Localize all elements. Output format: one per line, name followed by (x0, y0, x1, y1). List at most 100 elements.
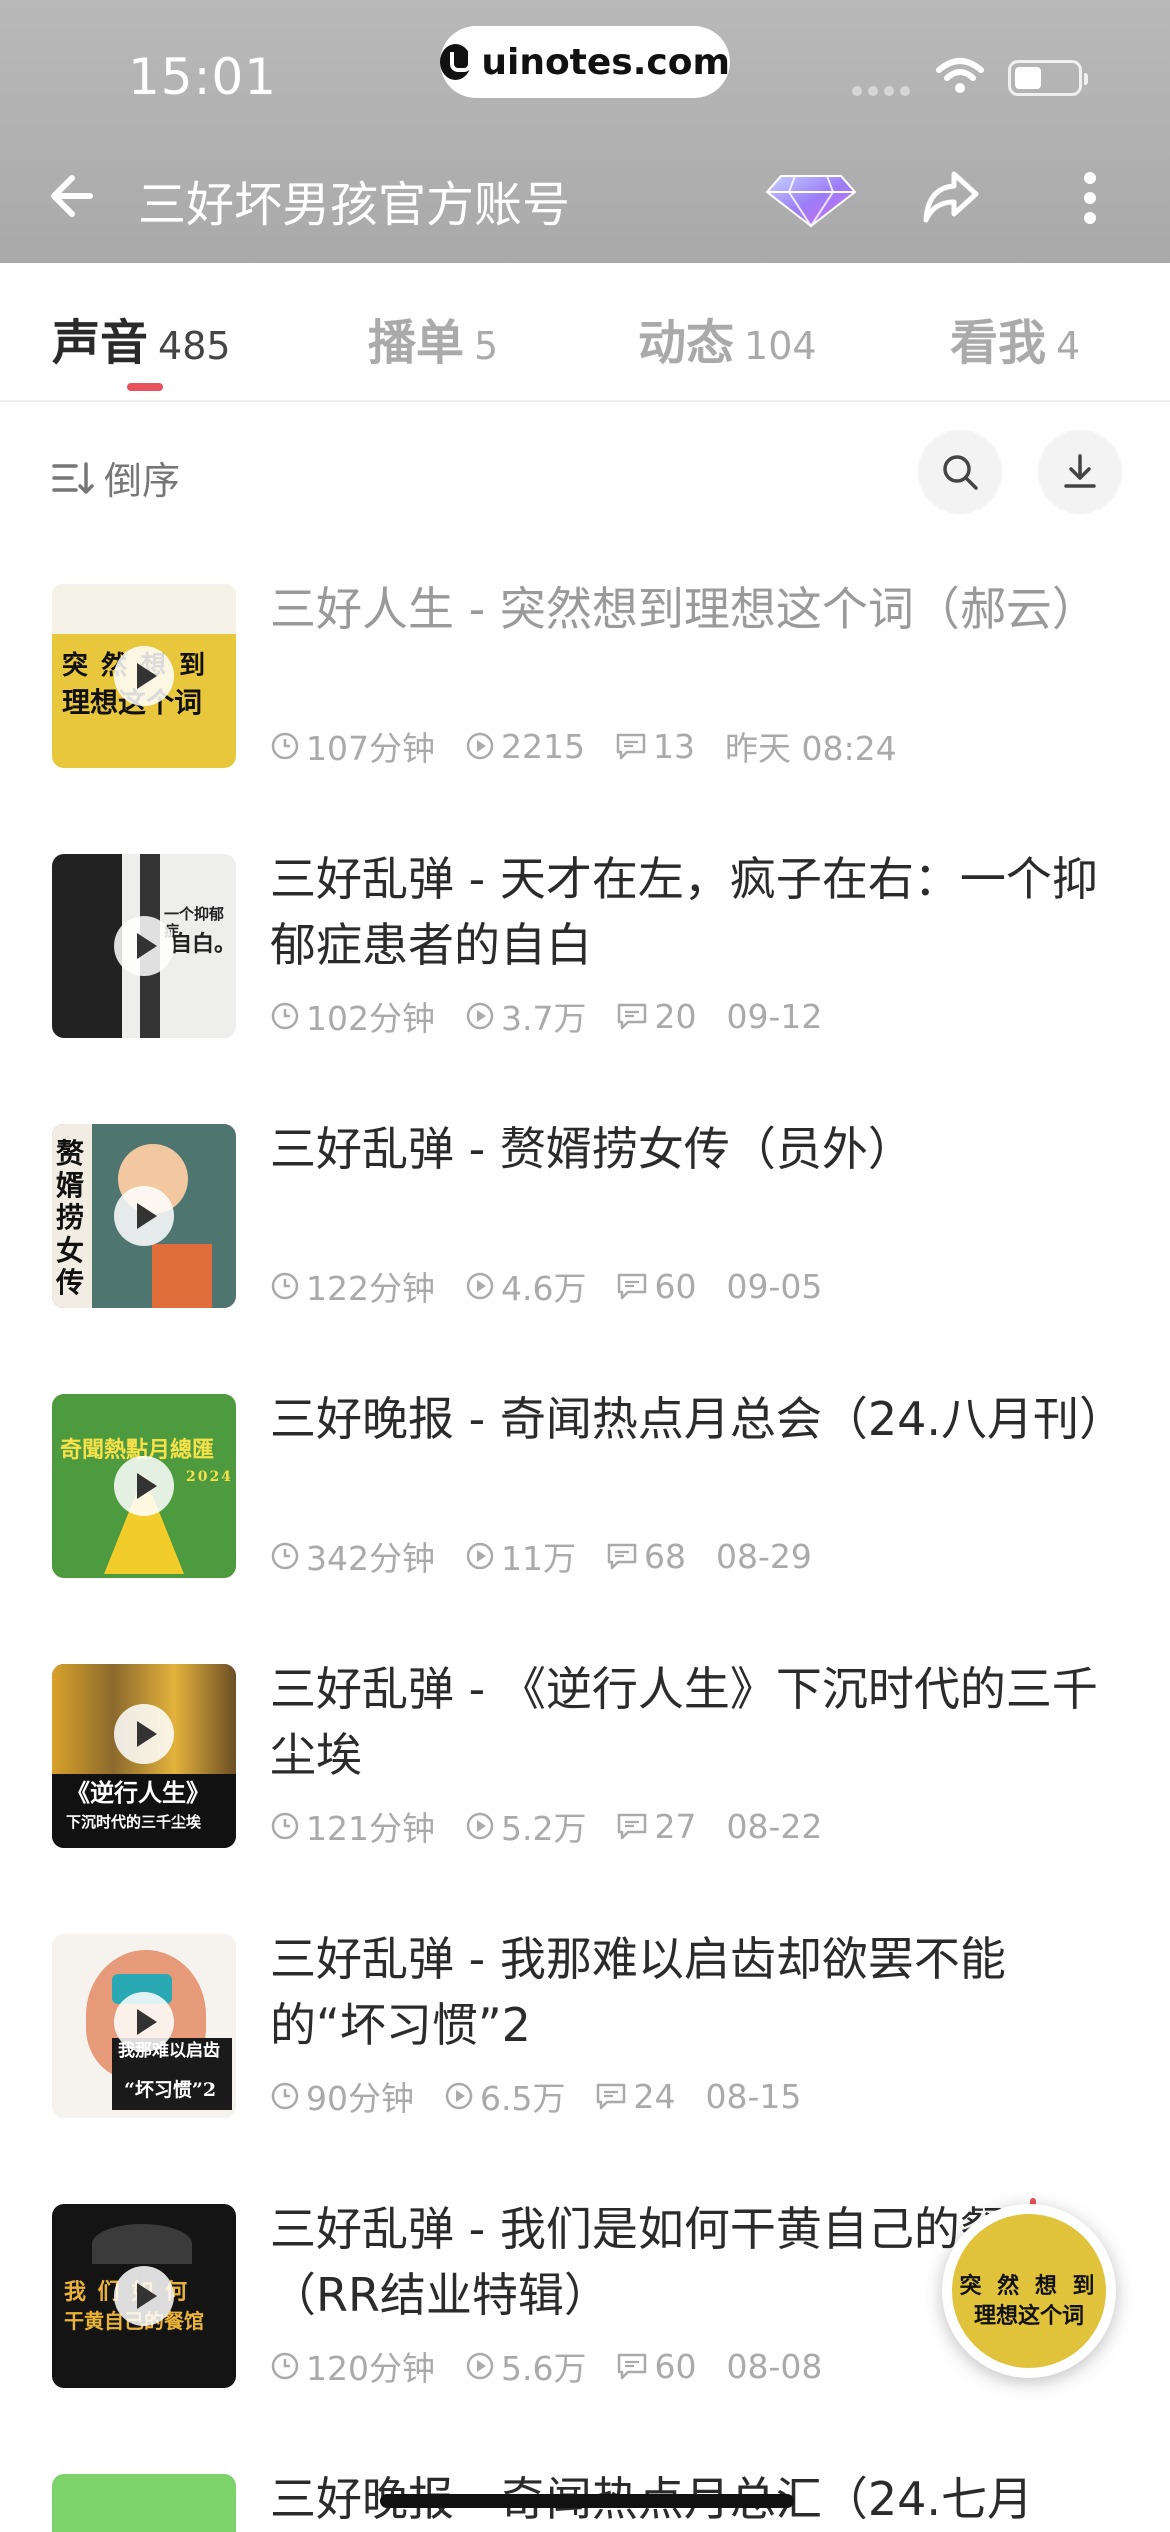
tab-label: 声音 (52, 315, 149, 371)
clock-icon (271, 2082, 299, 2110)
more-vertical-icon[interactable] (1082, 170, 1098, 226)
play-count-icon (466, 1542, 494, 1570)
back-arrow-icon[interactable] (42, 168, 98, 224)
comment-icon (597, 2083, 626, 2110)
clock-icon (271, 732, 299, 760)
sort-order-button[interactable]: 倒序 (52, 450, 180, 505)
cover-text: 《逆行人生》 (66, 1778, 210, 1807)
episode-title: 三好晚报 - 奇闻热点月总会（24.八月刊） (270, 1392, 1125, 1446)
duration: 342分钟 (306, 1539, 435, 1578)
clock-icon (271, 1272, 299, 1300)
episode-meta: 121分钟 5.2万 27 08-22 (270, 1802, 822, 1850)
play-count: 5.6万 (501, 2349, 587, 2388)
comment-count: 24 (633, 2076, 676, 2116)
episode-meta: 120分钟 5.6万 60 08-08 (270, 2342, 822, 2390)
episode-row[interactable]: 突 然 想 到 理想这个词 三好人生 - 突然想到理想这个词（郝云） 107分钟… (0, 582, 1170, 854)
cover-text: 2024 (186, 1469, 233, 1485)
publish-date: 08-15 (705, 2076, 802, 2116)
play-count-icon (466, 732, 494, 760)
episode-meta: 342分钟 11万 68 08-29 (270, 1532, 812, 1580)
comment-count: 27 (654, 1806, 697, 1846)
tab-bar: 声音 485 播单 5 动态 104 看我 4 (0, 263, 1170, 402)
episode-meta: 90分钟 6.5万 24 08-15 (270, 2072, 801, 2120)
play-count-icon (466, 2352, 494, 2380)
comment-count: 68 (644, 1536, 686, 1576)
tab-playlists[interactable]: 播单 5 (368, 303, 498, 373)
episode-row[interactable]: 赘婿捞女传 三好乱弹 - 赘婿捞女传（员外） 122分钟 4.6万 60 09-… (0, 1122, 1170, 1394)
episode-cover: 一个抑郁症 自白。 (52, 854, 236, 1038)
clock-icon (271, 1812, 299, 1840)
tab-sounds[interactable]: 声音 485 (52, 303, 231, 373)
episode-cover: 我那难以启齿 “坏习惯”2 (52, 1934, 236, 2118)
download-icon (1064, 454, 1096, 488)
download-button[interactable] (1038, 430, 1122, 514)
duration: 90分钟 (306, 2079, 414, 2118)
episode-title: 三好乱弹 - 赘婿捞女传（员外） (270, 1122, 914, 1176)
duration: 120分钟 (306, 2349, 435, 2388)
publish-date: 08-22 (726, 1806, 823, 1846)
episode-cover: 奇聞熱點月總匯 2024 (52, 1394, 236, 1578)
episode-cover (52, 2474, 236, 2532)
episode-row[interactable]: 一个抑郁症 自白。 三好乱弹 - 天才在左，疯子在右：一个抑郁症患者的自白 10… (0, 852, 1170, 1124)
episode-row[interactable]: 奇聞熱點月總匯 2024 三好晚报 - 奇闻热点月总会（24.八月刊） 342分… (0, 1392, 1170, 1664)
tab-updates[interactable]: 动态 104 (638, 303, 817, 373)
play-count-icon (445, 2082, 473, 2110)
play-icon (114, 1704, 174, 1764)
sort-icon (52, 461, 94, 494)
cover-text: 自白。 (170, 931, 236, 957)
episode-cover: 《逆行人生》 下沉时代的三千尘埃 (52, 1664, 236, 1848)
tab-count: 5 (474, 324, 499, 368)
episode-cover: 突 然 想 到 理想这个词 (52, 584, 236, 768)
diamond-vip-icon[interactable] (765, 170, 857, 230)
comment-icon (616, 733, 646, 760)
play-count: 2215 (501, 726, 585, 766)
share-icon[interactable] (920, 166, 980, 226)
play-icon (114, 2266, 174, 2326)
url-pill: uinotes.com (440, 26, 730, 98)
publish-date: 08-29 (716, 1536, 812, 1576)
status-time: 15:01 (128, 48, 278, 106)
play-count: 11万 (501, 1539, 576, 1578)
clock-icon (271, 1542, 299, 1570)
play-icon (114, 1456, 174, 1516)
play-count: 4.6万 (501, 1269, 587, 1308)
comment-icon (618, 1003, 647, 1030)
episode-cover: 我 们 如 何 干黄自己的餐馆 (52, 2204, 236, 2388)
episode-meta: 107分钟 2215 13 昨天 08:24 (270, 722, 897, 770)
episode-row[interactable]: 我那难以启齿 “坏习惯”2 三好乱弹 - 我那难以启齿却欲罢不能的“坏习惯”2 … (0, 1932, 1170, 2204)
cover-text: 赘婿捞女传 (56, 1137, 85, 1299)
episode-meta: 122分钟 4.6万 60 09-05 (270, 1262, 822, 1310)
tab-label: 看我 (950, 315, 1047, 371)
comment-count: 13 (652, 726, 695, 766)
publish-date: 09-12 (726, 996, 823, 1036)
site-logo-icon (440, 44, 473, 80)
play-icon (114, 646, 174, 706)
mini-player-cover: 突 然 想 到 理想这个词 (952, 2214, 1106, 2368)
clock-icon (271, 2352, 299, 2380)
floating-mini-player[interactable]: 突 然 想 到 理想这个词 (942, 2204, 1116, 2378)
play-count-icon (466, 1812, 494, 1840)
publish-date: 08-08 (726, 2346, 823, 2386)
search-icon (943, 455, 978, 490)
duration: 121分钟 (306, 1809, 435, 1848)
comment-icon (618, 1273, 647, 1300)
battery-icon (1008, 60, 1088, 96)
home-indicator (380, 2494, 794, 2508)
episode-title: 三好乱弹 - 《逆行人生》下沉时代的三千尘埃 (270, 1662, 1098, 1782)
clock-icon (271, 1002, 299, 1030)
play-count: 3.7万 (501, 999, 587, 1038)
comment-count: 60 (654, 2346, 697, 2386)
comment-icon (607, 1543, 637, 1570)
top-bar: 15:01 uinotes.com 三好坏男孩官方账号 (0, 0, 1170, 263)
comment-icon (618, 1813, 647, 1840)
sort-label: 倒序 (104, 459, 181, 503)
publish-date: 09-05 (726, 1266, 823, 1306)
episode-row[interactable]: 《逆行人生》 下沉时代的三千尘埃 三好乱弹 - 《逆行人生》下沉时代的三千尘埃 … (0, 1662, 1170, 1934)
tab-count: 485 (158, 324, 231, 368)
tab-watch-me[interactable]: 看我 4 (950, 303, 1080, 373)
episode-title: 三好乱弹 - 天才在左，疯子在右：一个抑郁症患者的自白 (270, 852, 1098, 972)
play-count: 5.2万 (501, 1809, 587, 1848)
publish-date: 昨天 08:24 (724, 729, 897, 768)
page-title: 三好坏男孩官方账号 (138, 177, 571, 233)
search-button[interactable] (918, 430, 1002, 514)
